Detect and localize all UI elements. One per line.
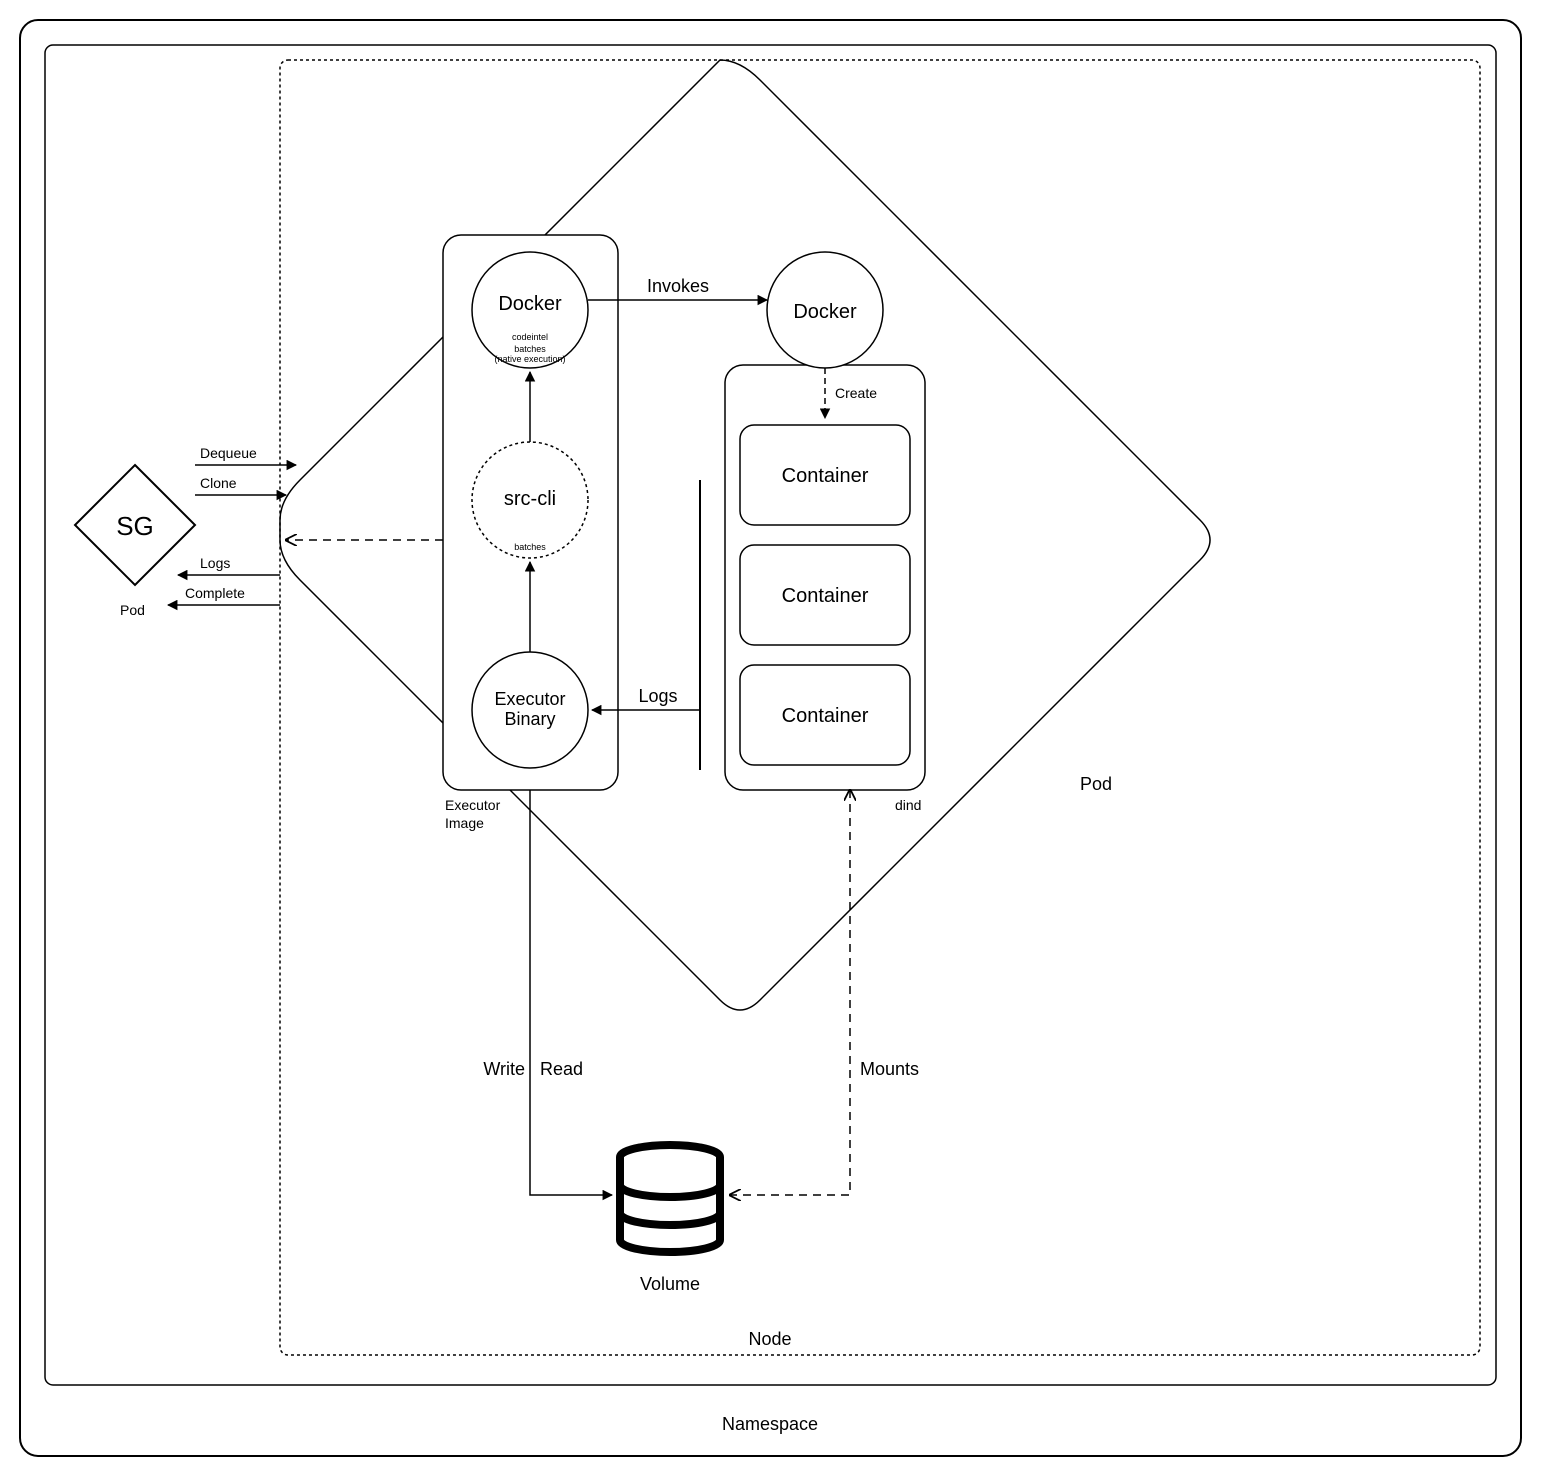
invokes-label: Invokes bbox=[647, 276, 709, 296]
executor-binary-label-1: Executor bbox=[494, 689, 565, 709]
logs-inner-label: Logs bbox=[638, 686, 677, 706]
read-label: Read bbox=[540, 1059, 583, 1079]
executor-docker-sub2a: batches bbox=[514, 344, 546, 354]
executor-image-label-1: Executor bbox=[445, 797, 501, 813]
write-label: Write bbox=[483, 1059, 525, 1079]
volume-icon bbox=[620, 1145, 720, 1252]
executor-docker-label: Docker bbox=[498, 293, 562, 315]
architecture-diagram: Namespace Node SG Pod Pod Executor Image… bbox=[0, 0, 1541, 1476]
container-3-label: Container bbox=[782, 705, 869, 727]
container-1-label: Container bbox=[782, 465, 869, 487]
sg-pod-title: SG bbox=[116, 511, 154, 541]
volume-label: Volume bbox=[640, 1274, 700, 1294]
executor-docker-sub2b: (native execution) bbox=[494, 354, 565, 364]
create-label: Create bbox=[835, 385, 877, 401]
executor-image-label-2: Image bbox=[445, 815, 484, 831]
logs-out-label: Logs bbox=[200, 555, 230, 571]
complete-label: Complete bbox=[185, 585, 245, 601]
node-label: Node bbox=[748, 1329, 791, 1349]
arrow-mounts bbox=[730, 790, 850, 1195]
clone-label: Clone bbox=[200, 475, 237, 491]
dind-docker-label: Docker bbox=[793, 301, 857, 323]
executor-docker-sub1: codeintel bbox=[512, 332, 548, 342]
srccli-label: src-cli bbox=[504, 488, 556, 510]
srccli-sub: batches bbox=[514, 542, 546, 552]
dind-label: dind bbox=[895, 797, 921, 813]
main-pod-label: Pod bbox=[1080, 774, 1112, 794]
sg-pod-label: Pod bbox=[120, 602, 145, 618]
container-2-label: Container bbox=[782, 585, 869, 607]
sg-pod: SG Pod bbox=[75, 465, 195, 618]
dequeue-label: Dequeue bbox=[200, 445, 257, 461]
namespace-label: Namespace bbox=[722, 1414, 818, 1434]
executor-binary-label-2: Binary bbox=[504, 709, 555, 729]
mounts-label: Mounts bbox=[860, 1059, 919, 1079]
